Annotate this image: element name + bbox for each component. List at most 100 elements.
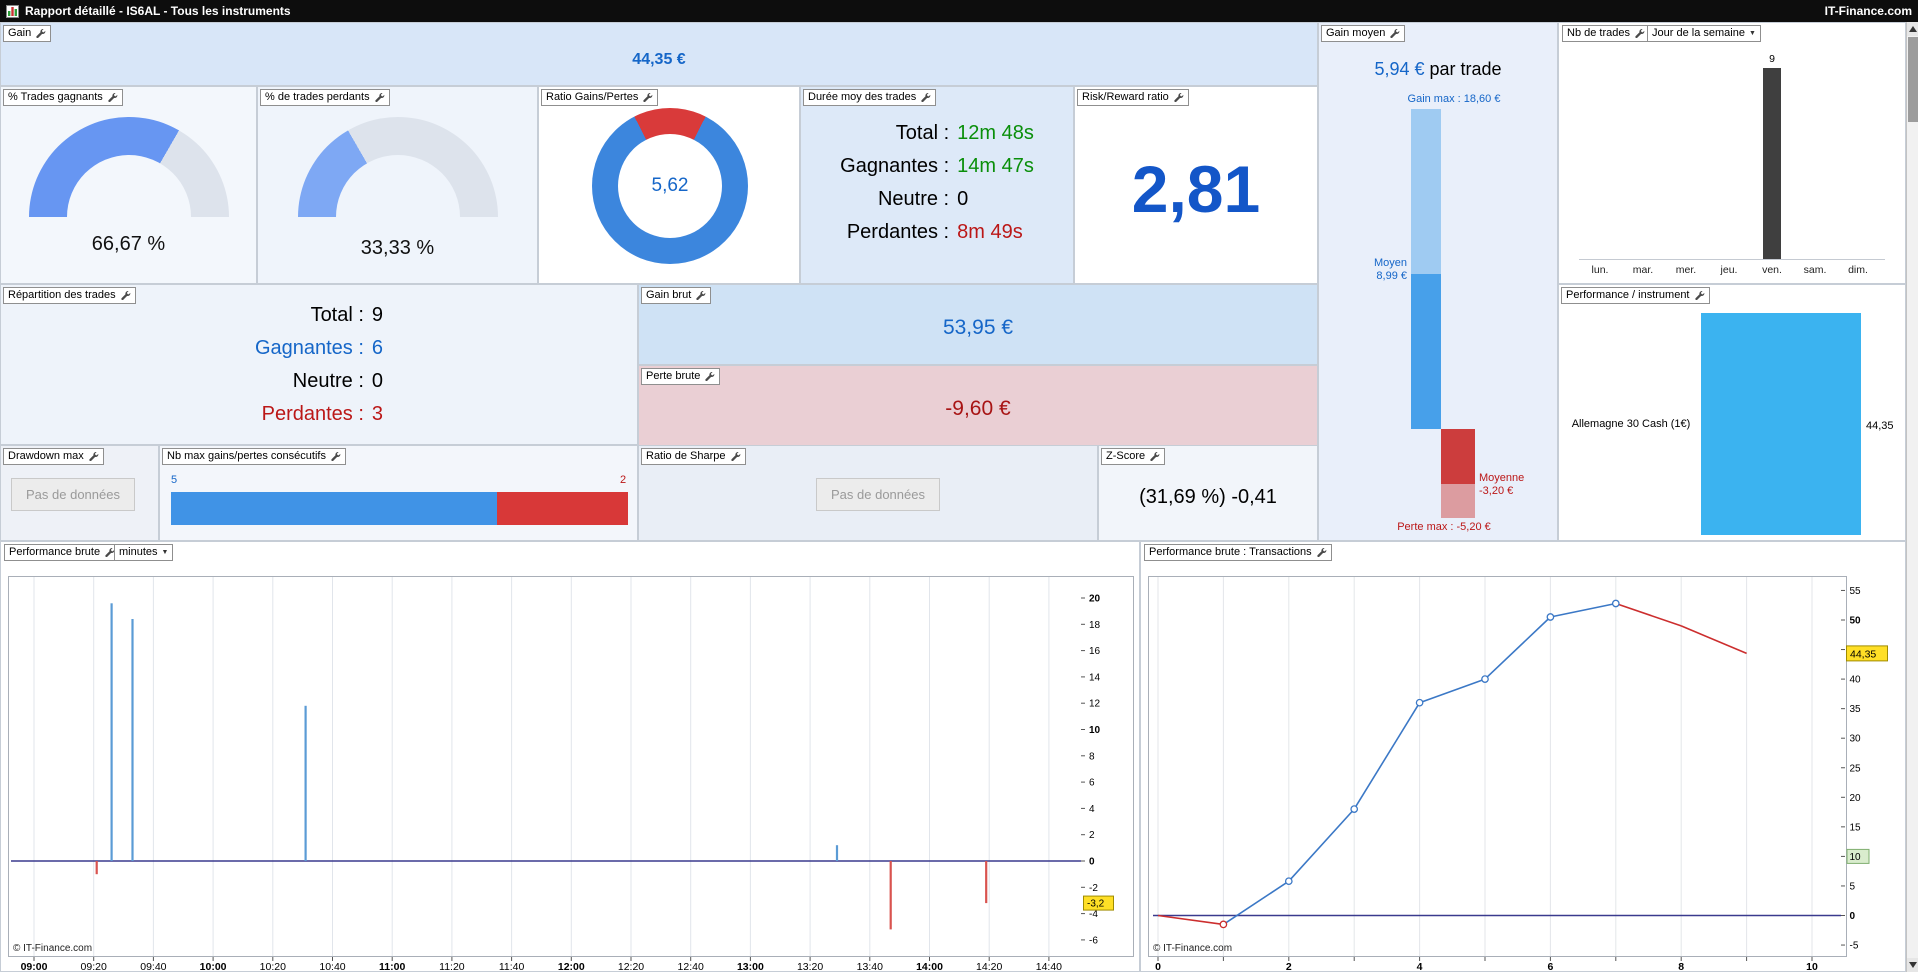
gain-moyen-label: Gain moyen	[1326, 27, 1386, 39]
settings-wrench-icon[interactable]	[730, 451, 741, 462]
scrollbar-thumb[interactable]	[1908, 37, 1918, 122]
svg-text:12:20: 12:20	[618, 961, 644, 972]
panel-pct-gagnants: % Trades gagnants 66,67 %	[0, 86, 257, 284]
svg-text:4: 4	[1417, 961, 1423, 972]
panel-sharpe: Ratio de Sharpe Pas de données	[638, 445, 1098, 541]
svg-text:55: 55	[1850, 586, 1862, 597]
svg-text:30: 30	[1850, 734, 1862, 745]
panel-ratio-gains-pertes: Ratio Gains/Pertes 5,62	[538, 86, 800, 284]
settings-wrench-icon[interactable]	[374, 92, 385, 103]
repartition-header-chip: Répartition des trades	[3, 287, 136, 304]
settings-wrench-icon[interactable]	[107, 92, 118, 103]
svg-text:10: 10	[1089, 725, 1101, 736]
lose-gauge	[298, 117, 498, 217]
brand-label: IT-Finance.com	[1824, 4, 1912, 18]
gain-moyen-bar-segment	[1411, 274, 1441, 429]
svg-text:mer.: mer.	[1676, 264, 1696, 276]
moyen-annotation: Moyen 8,99 €	[1319, 257, 1407, 283]
vertical-scrollbar[interactable]	[1906, 22, 1918, 972]
titlebar: Rapport détaillé - IS6AL - Tous les inst…	[0, 0, 1918, 22]
zscore-value: (31,69 %) -0,41	[1139, 485, 1277, 508]
sharpe-header-chip: Ratio de Sharpe	[641, 448, 746, 465]
gain-label: Gain	[8, 27, 32, 39]
consecutive-gains-bar	[171, 492, 498, 525]
duree-row-value: 14m 47s	[957, 155, 1034, 177]
duree-header-chip: Durée moy des trades	[803, 89, 937, 106]
svg-text:jeu.: jeu.	[1720, 264, 1738, 276]
svg-text:9: 9	[1769, 53, 1775, 65]
detailed-report-window: Rapport détaillé - IS6AL - Tous les inst…	[0, 0, 1918, 972]
scroll-up-button[interactable]	[1907, 22, 1918, 36]
repartition-table: Total : 9 Gagnantes : 6 Neutre : 0 Perdante…	[255, 299, 383, 431]
svg-text:-3,2: -3,2	[1087, 899, 1105, 910]
svg-text:sam.: sam.	[1804, 264, 1827, 276]
svg-text:-5: -5	[1850, 941, 1859, 952]
gain-moyen-bar-segment	[1411, 109, 1441, 275]
duree-table: Total : 12m 48s Gagnantes : 14m 47s Neutre…	[840, 117, 1034, 249]
scroll-down-button[interactable]	[1907, 958, 1918, 972]
svg-text:44,35: 44,35	[1850, 648, 1876, 660]
consecutifs-label: Nb max gains/pertes consécutifs	[167, 450, 326, 462]
ratio-value: 5,62	[651, 175, 689, 196]
settings-wrench-icon[interactable]	[120, 290, 131, 301]
svg-text:10:40: 10:40	[319, 961, 345, 972]
perf-brute-header-chip: Performance brute	[4, 544, 121, 561]
pct-gagnants-label: % Trades gagnants	[8, 91, 103, 103]
settings-wrench-icon[interactable]	[1316, 547, 1327, 558]
panel-perf-brute: Performance brute minutes ▼ 20 18 16 14 12 10…	[0, 541, 1140, 972]
panel-gain: Gain 44,35 €	[0, 22, 1318, 86]
duree-row-value: 12m 48s	[957, 122, 1034, 144]
timeframe-dropdown[interactable]: minutes ▼	[114, 544, 174, 561]
panel-pct-perdants: % de trades perdants 33,33 %	[257, 86, 538, 284]
panel-risk-reward: Risk/Reward ratio 2,81	[1074, 86, 1318, 284]
settings-wrench-icon[interactable]	[642, 92, 653, 103]
svg-text:11:40: 11:40	[499, 961, 525, 972]
settings-wrench-icon[interactable]	[1694, 290, 1705, 301]
weekday-dropdown[interactable]: Jour de la semaine ▼	[1647, 25, 1761, 42]
settings-wrench-icon[interactable]	[1634, 28, 1645, 39]
perf-transactions-label: Performance brute : Transactions	[1149, 546, 1312, 558]
settings-wrench-icon[interactable]	[330, 451, 341, 462]
svg-text:12: 12	[1089, 699, 1101, 710]
drawdown-label: Drawdown max	[8, 450, 84, 462]
repartition-row-label: Total :	[310, 304, 364, 326]
consecutive-bar-chart	[171, 492, 628, 525]
svg-text:14: 14	[1089, 672, 1101, 683]
settings-wrench-icon[interactable]	[1389, 28, 1400, 39]
nb-trades-header-chip: Nb de trades	[1562, 25, 1650, 42]
svg-text:20: 20	[1089, 594, 1101, 605]
svg-text:11:20: 11:20	[439, 961, 465, 972]
svg-text:09:00: 09:00	[21, 961, 48, 972]
svg-text:-2: -2	[1089, 883, 1098, 894]
svg-text:18: 18	[1089, 620, 1101, 631]
drawdown-no-data: Pas de données	[11, 478, 135, 511]
weekday-dropdown-value: Jour de la semaine	[1652, 27, 1745, 39]
settings-wrench-icon[interactable]	[704, 371, 715, 382]
instrument-name: Allemagne 30 Cash (1€)	[1571, 418, 1691, 430]
duree-row-label: Perdantes :	[846, 221, 950, 243]
repartition-row-label: Perdantes :	[261, 403, 364, 425]
gain-moyen-bar-segment	[1441, 429, 1475, 485]
panel-perf-transactions: Performance brute : Transactions 5550454…	[1140, 541, 1906, 972]
svg-text:0: 0	[1155, 961, 1161, 972]
panel-gain-moyen: Gain moyen 5,94 € par trade Gain max : 1…	[1318, 22, 1558, 541]
svg-text:mar.: mar.	[1633, 264, 1653, 276]
svg-text:4: 4	[1089, 804, 1095, 815]
perte-brute-value: -9,60 €	[945, 396, 1011, 420]
svg-text:2: 2	[1286, 961, 1292, 972]
perf-transactions-header-chip: Performance brute : Transactions	[1144, 544, 1332, 561]
repartition-row-value: 3	[371, 403, 384, 425]
perf-minutes-chart: 20 18 16 14 12 10 8 6 4 2 0 -2 -4 -6 09:00 09:20 09:40 10…	[1, 542, 1139, 972]
svg-text:10: 10	[1850, 852, 1862, 863]
settings-wrench-icon[interactable]	[1173, 92, 1184, 103]
perf-brute-label: Performance brute	[9, 546, 101, 558]
lose-gauge-value: 33,33 %	[360, 237, 435, 259]
settings-wrench-icon[interactable]	[920, 92, 931, 103]
panel-repartition: Répartition des trades Total : 9 Gagnante…	[0, 284, 638, 445]
svg-text:-4: -4	[1089, 909, 1098, 920]
duree-row-value: 8m 49s	[957, 221, 1023, 243]
settings-wrench-icon[interactable]	[1149, 451, 1160, 462]
settings-wrench-icon[interactable]	[35, 28, 46, 39]
settings-wrench-icon[interactable]	[88, 451, 99, 462]
settings-wrench-icon[interactable]	[695, 290, 706, 301]
